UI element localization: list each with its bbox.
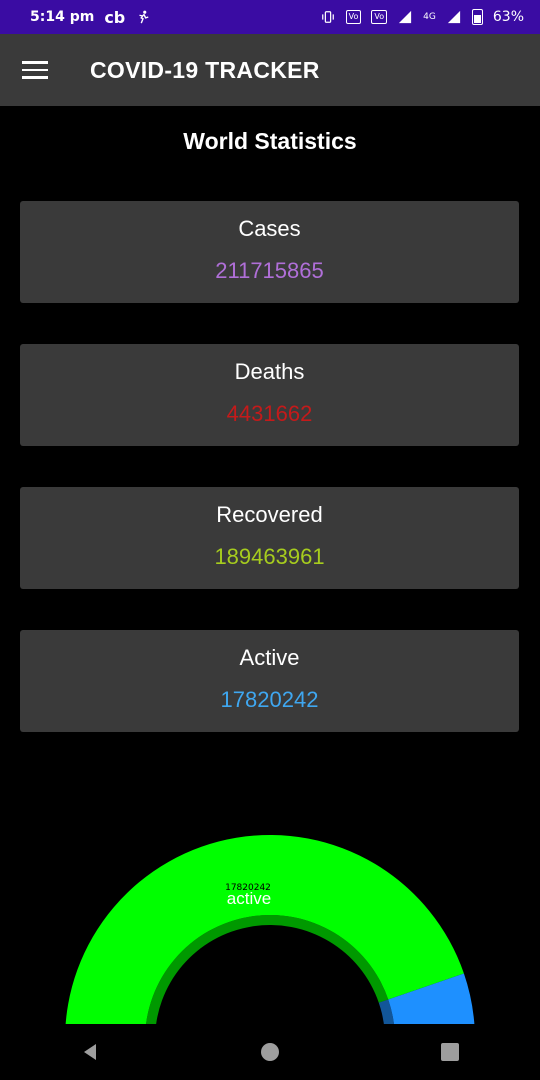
status-app-indicator: cb	[104, 7, 126, 27]
stat-value: 211715865	[215, 258, 324, 283]
page-title: World Statistics	[183, 128, 357, 154]
home-icon	[261, 1043, 279, 1061]
back-button[interactable]	[60, 1032, 120, 1072]
running-icon	[139, 10, 149, 24]
stat-card-active: Active 17820242	[20, 630, 519, 732]
home-button[interactable]	[240, 1032, 300, 1072]
signal-icon-2	[447, 10, 460, 24]
battery-percent: 63%	[492, 9, 524, 25]
stat-label: Cases	[238, 216, 301, 241]
status-left: 5:14 pm cb	[30, 8, 151, 27]
stat-value: 4431662	[226, 401, 313, 426]
recents-button[interactable]	[420, 1032, 480, 1072]
status-time: 5:14 pm	[30, 9, 95, 25]
app-title: COVID-19 TRACKER	[90, 56, 320, 83]
signal-icon	[399, 10, 412, 24]
volte-badge-1: Vo	[345, 10, 362, 24]
battery-icon	[471, 9, 483, 25]
vibrate-icon	[321, 11, 334, 23]
volte-badge-2: Vo	[371, 10, 388, 24]
menu-icon[interactable]	[22, 61, 48, 79]
stat-label: Active	[239, 645, 300, 670]
stat-label: Deaths	[234, 359, 305, 384]
pie-chart[interactable]: 17820242active	[0, 820, 540, 1030]
status-bar: 5:14 pm cb Vo Vo 4G 63%	[0, 0, 540, 34]
recents-icon	[441, 1043, 459, 1061]
status-right: Vo Vo 4G 63%	[320, 9, 524, 25]
network-tag: 4G	[423, 12, 436, 22]
back-icon	[84, 1044, 96, 1060]
stat-value: 189463961	[214, 544, 325, 569]
app-bar: COVID-19 TRACKER	[0, 34, 540, 106]
stat-card-deaths: Deaths 4431662	[20, 344, 519, 446]
stat-card-cases: Cases 211715865	[20, 201, 519, 303]
stat-card-recovered: Recovered 189463961	[20, 487, 519, 589]
pie-category-label: active	[227, 889, 271, 908]
navigation-bar	[0, 1024, 540, 1080]
stat-value: 17820242	[220, 687, 319, 712]
stat-label: Recovered	[216, 502, 323, 527]
